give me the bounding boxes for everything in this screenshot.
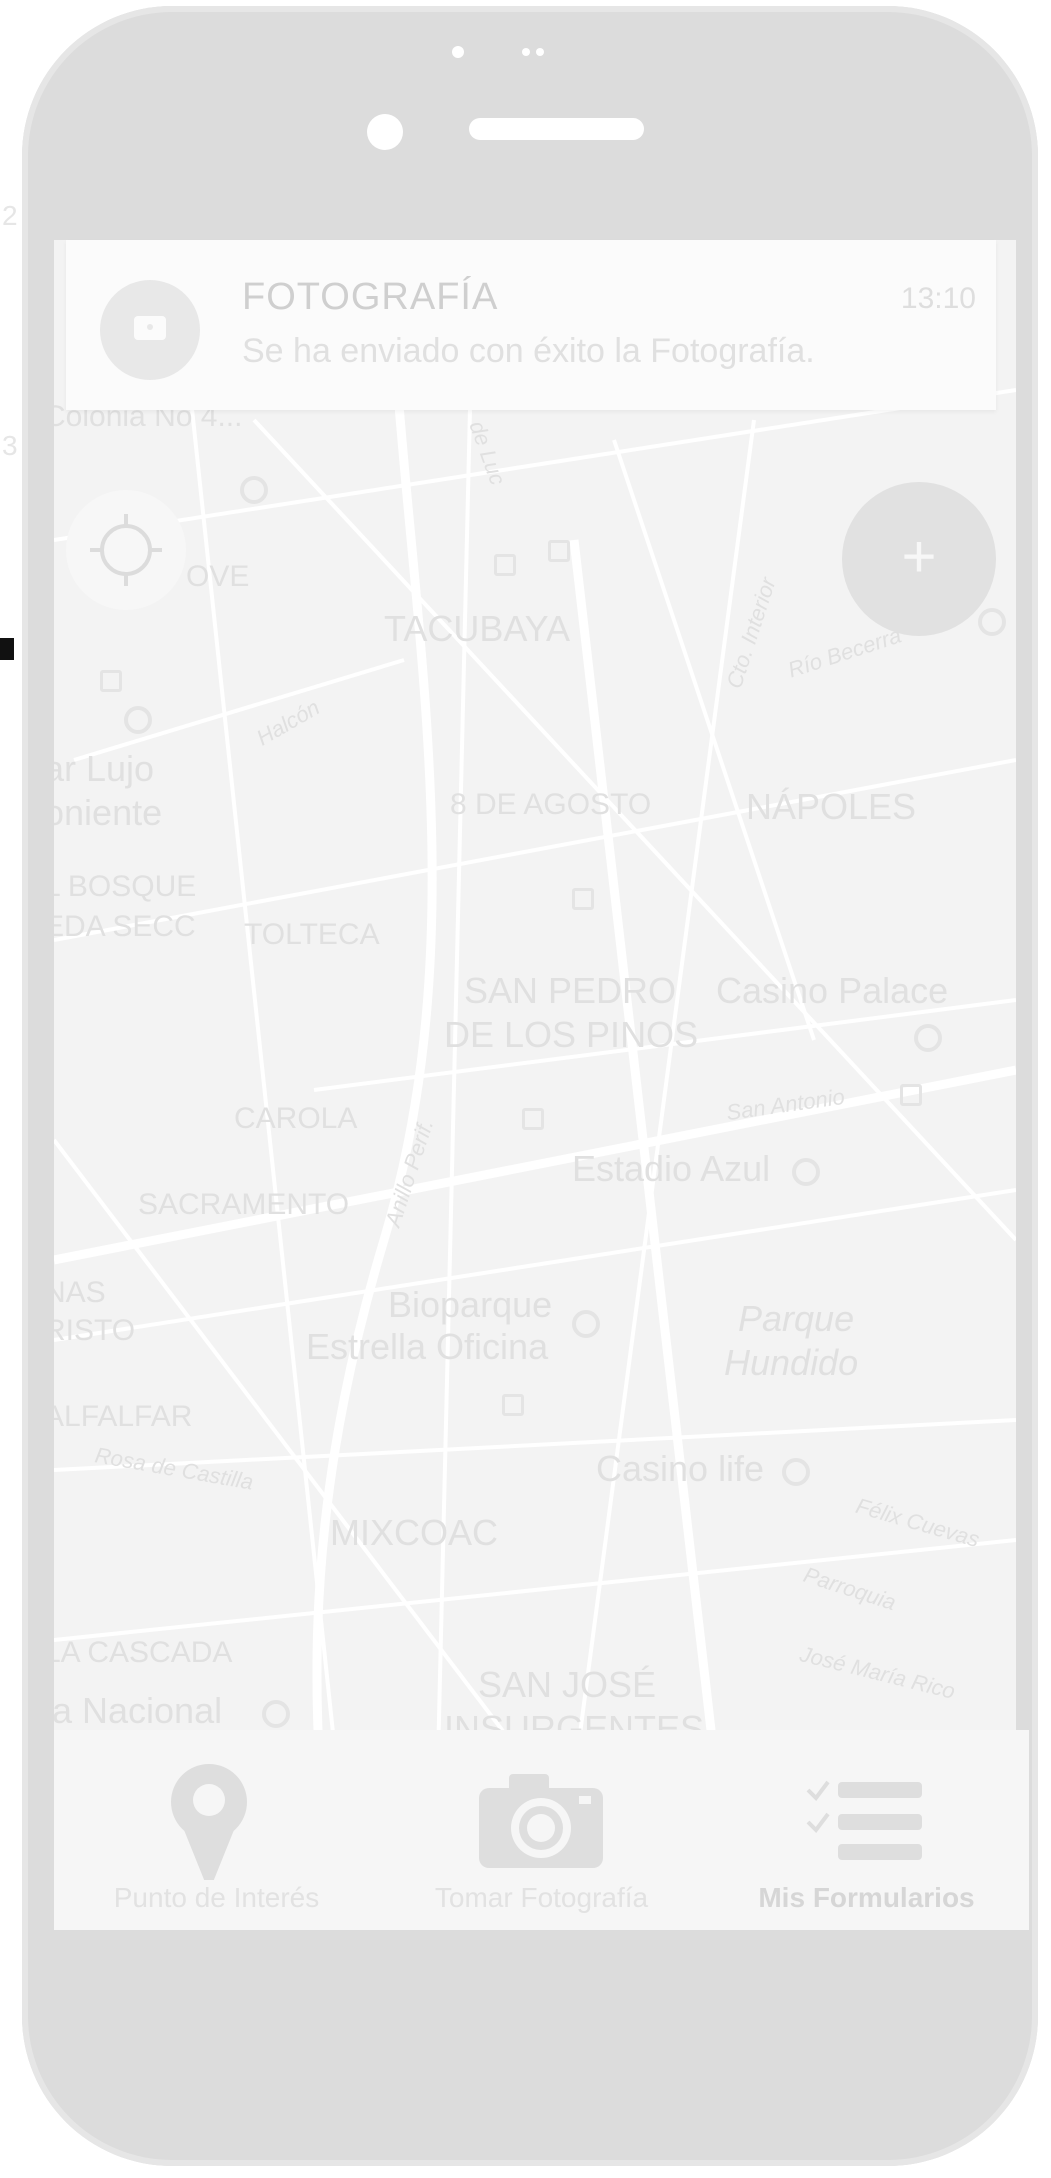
poi-marker — [978, 608, 1006, 636]
place-label: Parque — [738, 1298, 855, 1339]
map-label: ALFALFAR — [54, 1400, 193, 1433]
plus-icon: + — [901, 523, 937, 590]
photo-notification-icon — [100, 280, 200, 380]
nav-my-forms[interactable]: Mis Formularios — [704, 1730, 1029, 1930]
page-edge-mark — [0, 638, 14, 660]
crosshair-icon — [124, 514, 128, 528]
map-label: NAS — [54, 1276, 106, 1309]
bottom-navigation: Punto de Interés Tomar Fotografía Mis Fo… — [54, 1730, 1029, 1930]
neighborhood-label: SAN JOSÉ — [478, 1664, 657, 1705]
neighborhood-label: MIXCOAC — [330, 1512, 499, 1553]
place-label: Bioparque — [388, 1284, 553, 1325]
poi-marker — [240, 476, 268, 504]
neighborhood-label: DE LOS PINOS — [444, 1014, 699, 1055]
poi-marker — [522, 1108, 544, 1130]
camera-icon — [479, 1774, 603, 1868]
edge-digit: 3 — [2, 430, 18, 461]
sensor-dot — [522, 48, 530, 56]
notification-banner[interactable]: FOTOGRAFÍA 13:10 Se ha enviado con éxito… — [66, 240, 996, 410]
poi-marker — [572, 1310, 600, 1338]
notification-title: FOTOGRAFÍA — [242, 276, 499, 318]
map-label: oniente — [54, 792, 163, 833]
map-pin-icon — [171, 1764, 247, 1892]
place-label: Estadio Azul — [572, 1148, 771, 1189]
nav-label: Mis Formularios — [758, 1882, 975, 1913]
poi-marker — [262, 1700, 290, 1728]
photo-notification-icon — [147, 324, 153, 330]
sensor-dot — [536, 48, 544, 56]
nav-take-photo[interactable]: Tomar Fotografía — [379, 1730, 704, 1930]
crosshair-icon — [148, 548, 162, 552]
map-label: LA CASCADA — [54, 1636, 233, 1669]
neighborhood-label: TACUBAYA — [384, 608, 571, 649]
place-label: Casino Palace — [716, 970, 949, 1011]
notification-time: 13:10 — [900, 282, 976, 315]
neighborhood-label: TOLTECA — [244, 918, 380, 951]
front-camera — [367, 114, 403, 150]
checklist-icon — [806, 1780, 922, 1860]
sensor-dot — [452, 46, 464, 58]
crosshair-icon — [124, 572, 128, 586]
crosshair-icon — [90, 548, 104, 552]
my-location-button[interactable] — [66, 490, 186, 610]
poi-marker — [792, 1158, 820, 1186]
map-label: la Nacional — [54, 1690, 223, 1731]
nav-point-of-interest[interactable]: Punto de Interés — [54, 1730, 379, 1930]
neighborhood-label: 8 DE AGOSTO — [450, 788, 652, 821]
place-label: Estrella Oficina — [306, 1326, 549, 1367]
map-label: L BOSQUE — [54, 870, 197, 903]
poi-marker — [494, 554, 516, 576]
neighborhood-label: NÁPOLES — [746, 786, 917, 827]
neighborhood-label: SAN PEDRO — [464, 970, 677, 1011]
poi-marker — [900, 1084, 922, 1106]
poi-marker — [914, 1024, 942, 1052]
place-label: Hundido — [724, 1342, 859, 1383]
map-label: ar Lujo — [54, 748, 155, 789]
neighborhood-label: SACRAMENTO — [138, 1188, 350, 1221]
notification-message: Se ha enviado con éxito la Fotografía. — [242, 332, 815, 370]
map-label: EDA SECC — [54, 910, 196, 943]
earpiece-speaker — [469, 118, 644, 140]
poi-marker — [548, 540, 570, 562]
map-label: OVE — [186, 560, 250, 593]
poi-marker — [782, 1458, 810, 1486]
neighborhood-label: CAROLA — [234, 1102, 358, 1135]
poi-marker — [124, 706, 152, 734]
poi-marker — [100, 670, 122, 692]
nav-label: Tomar Fotografía — [434, 1882, 649, 1913]
poi-marker — [572, 888, 594, 910]
edge-digit: 2 — [2, 200, 18, 231]
add-button[interactable]: + — [842, 482, 996, 636]
crosshair-icon — [100, 524, 152, 576]
poi-marker — [502, 1394, 524, 1416]
nav-label: Punto de Interés — [113, 1882, 320, 1913]
place-label: Casino life — [596, 1448, 765, 1489]
map-label: RISTO — [54, 1314, 136, 1347]
